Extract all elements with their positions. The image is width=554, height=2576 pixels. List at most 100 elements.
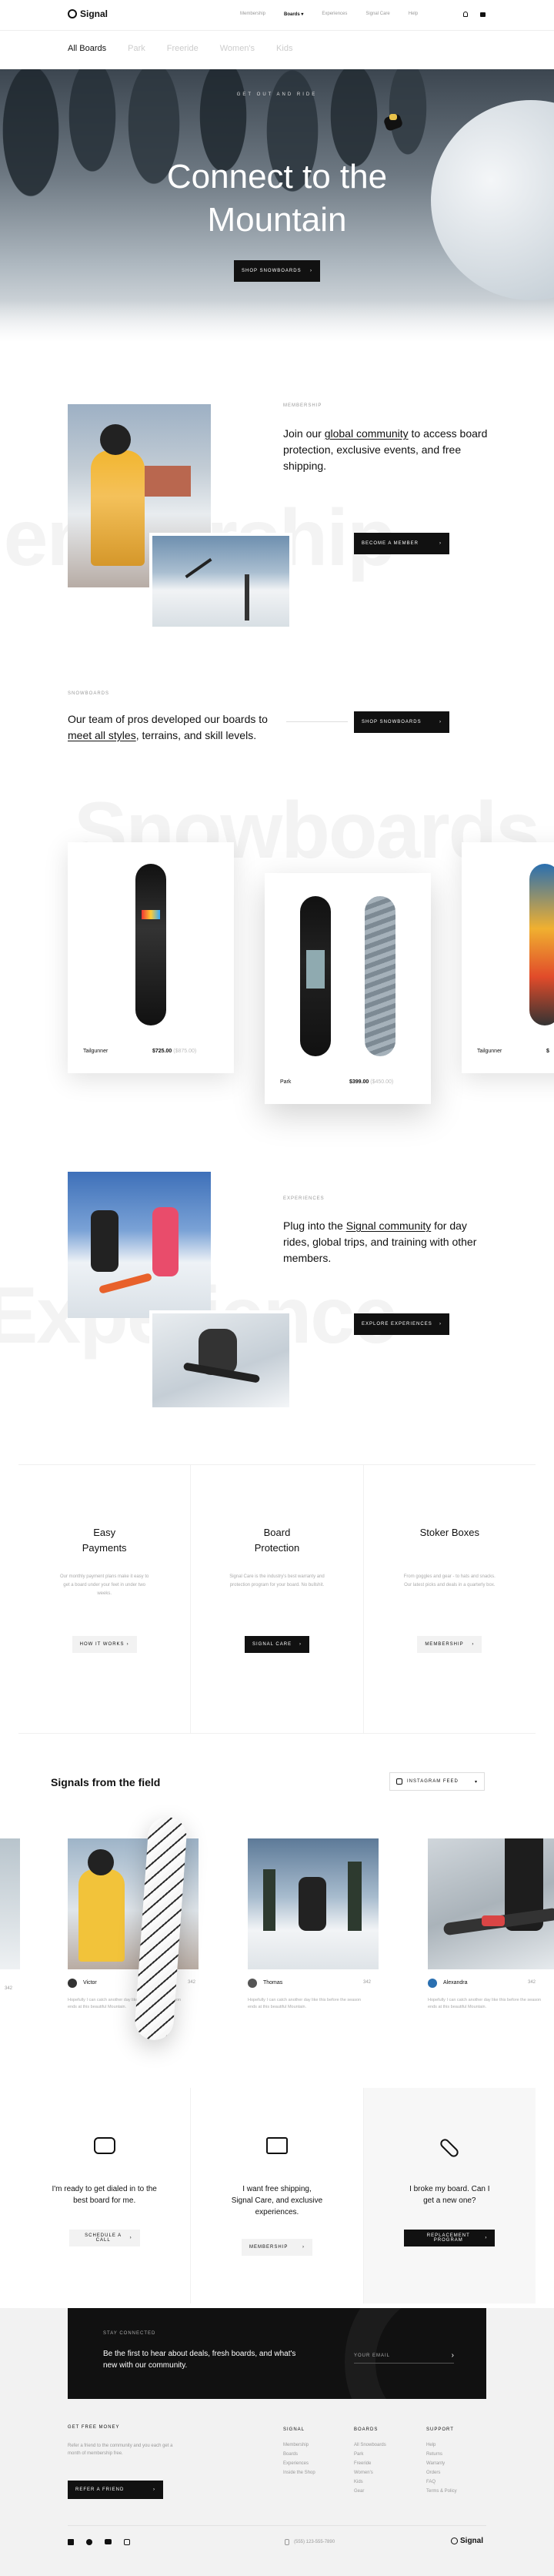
footer-link[interactable]: All Snowboards (354, 2441, 386, 2450)
membership-link[interactable]: global community (325, 427, 409, 440)
footer-link[interactable]: Orders (426, 2468, 457, 2477)
footer-link[interactable]: Warranty (426, 2459, 457, 2468)
field-title: Signals from the field (51, 1776, 161, 1788)
experiences-text: Plug into the Signal community for day r… (283, 1219, 477, 1264)
lift-tower (245, 574, 249, 621)
footer-link[interactable]: Experiences (283, 2459, 315, 2468)
rider-helmet (100, 424, 131, 455)
email-field[interactable]: YOUR EMAIL › (354, 2348, 454, 2364)
product-name: Tailgunner (477, 1049, 502, 1054)
product-card-1[interactable]: Tailgunner $725.00 ($875.00) (68, 842, 234, 1073)
footer-link[interactable]: Returns (426, 2450, 457, 2459)
signal-care-button[interactable]: SIGNAL CARE › (244, 1636, 309, 1653)
brand-name: Signal (80, 8, 108, 19)
membership-text: Join our global community to access boar… (283, 427, 488, 472)
divider-line (286, 721, 348, 722)
help-dialed-in: I'm ready to get dialed in to the best b… (18, 2088, 192, 2303)
product-card-2[interactable]: Park $399.00 ($450.00) (265, 873, 431, 1104)
hero-shop-button[interactable]: SHOP SNOWBOARDS › (234, 260, 320, 282)
footer-link[interactable]: FAQ (426, 2477, 457, 2487)
instagram-icon[interactable] (124, 2539, 130, 2545)
nav-link-help[interactable]: Help (409, 12, 418, 17)
experiences-eyebrow: EXPERIENCES (283, 1196, 325, 1201)
help-membership: I want free shipping, Signal Care, and e… (191, 2088, 364, 2303)
chat-icon (93, 2137, 115, 2154)
refer-friend-button[interactable]: REFER A FRIEND › (68, 2481, 163, 2499)
experience-photo-main (68, 1172, 211, 1318)
broken-board-icon (439, 2136, 461, 2159)
user-icon[interactable] (463, 12, 468, 17)
instagram-icon (396, 1778, 402, 1785)
arrow-right-icon: › (439, 1322, 442, 1326)
insta-post-edge-left[interactable] (0, 1838, 20, 1969)
footer-link[interactable]: Park (354, 2450, 386, 2459)
nav-link-experiences[interactable]: Experiences (322, 12, 347, 17)
membership-help-button[interactable]: MEMBERSHIP › (241, 2239, 312, 2256)
post-caption: Hopefully I can catch another day like t… (248, 1998, 362, 2009)
footer-logo[interactable]: Signal (451, 2537, 483, 2545)
page: Signal Membership Boards ▾ Experiences S… (0, 0, 554, 2576)
post-likes: 342 (363, 1980, 372, 1985)
footer-link[interactable]: Kids (354, 2477, 386, 2487)
sub-nav: All Boards Park Freeride Women's Kids (0, 31, 554, 69)
nav-link-signal-care[interactable]: Signal Care (365, 12, 389, 17)
product-card-3[interactable]: Tailgunner $ (462, 842, 554, 1073)
hero-title-line2: Mountain (207, 201, 347, 239)
hero-title: Connect to the Mountain (0, 156, 554, 242)
insta-post-3[interactable]: Alexandra 342 Hopefully I can catch anot… (428, 1838, 554, 2031)
footer-link[interactable]: Freeride (354, 2459, 386, 2468)
how-it-works-button[interactable]: HOW IT WORKS › (72, 1636, 137, 1653)
footer-phone[interactable]: (555) 123-555-7890 (285, 2539, 335, 2545)
arrow-right-icon[interactable]: › (452, 2351, 454, 2360)
footer-link[interactable]: Membership (283, 2441, 315, 2450)
footer-link[interactable]: Boards (283, 2450, 315, 2459)
avatar (428, 1979, 437, 1988)
feature-body: Signal Care is the industry's best warra… (229, 1574, 325, 1587)
feature-title: Board Protection (254, 1527, 300, 1554)
schedule-call-button[interactable]: SCHEDULE A CALL › (68, 2230, 140, 2246)
footer-col-boards: BOARDS All Snowboards Park Freeride Wome… (354, 2425, 386, 2496)
instagram-feed-select[interactable]: INSTAGRAM FEED ▾ (389, 1772, 485, 1791)
snowboards-eyebrow: SNOWBOARDS (68, 691, 110, 696)
post-user: Victor (83, 1980, 97, 1986)
feature-body: Our monthly payment plans make it easy t… (59, 1574, 149, 1596)
replacement-program-button[interactable]: REPLACEMENT PROGRAM › (404, 2230, 496, 2246)
footer-link[interactable]: Inside the Shop (283, 2468, 315, 2477)
become-member-button[interactable]: BECOME A MEMBER › (354, 533, 449, 554)
free-money-body: Refer a friend to the community and you … (68, 2444, 173, 2456)
insta-post-2[interactable]: Thomas 342 Hopefully I can catch another… (248, 1838, 379, 2031)
cart-icon[interactable] (480, 12, 486, 17)
experiences-link[interactable]: Signal community (346, 1219, 432, 1232)
feature-title: Stoker Boxes (419, 1527, 479, 1538)
subnav-freeride[interactable]: Freeride (167, 44, 199, 53)
facebook-icon[interactable] (68, 2539, 74, 2545)
explore-experiences-button[interactable]: EXPLORE EXPERIENCES › (354, 1313, 449, 1335)
nav-link-membership[interactable]: Membership (240, 12, 265, 17)
shop-snowboards-button[interactable]: SHOP SNOWBOARDS › (354, 711, 449, 733)
snowboard-image-black (300, 896, 331, 1056)
arrow-right-icon: › (129, 2236, 132, 2240)
avatar (248, 1979, 257, 1988)
footer-link[interactable]: Gear (354, 2487, 386, 2496)
brand-logo[interactable]: Signal (68, 8, 108, 19)
rider-dark (91, 1210, 118, 1272)
post-image (248, 1838, 379, 1969)
nav-link-boards[interactable]: Boards ▾ (284, 12, 303, 17)
twitter-icon[interactable] (86, 2539, 92, 2545)
subnav-womens[interactable]: Women's (220, 44, 255, 53)
help-row: I'm ready to get dialed in to the best b… (18, 2088, 536, 2303)
youtube-icon[interactable] (105, 2539, 112, 2544)
membership-button[interactable]: MEMBERSHIP › (417, 1636, 482, 1653)
footer-col-support: SUPPORT Help Returns Warranty Orders FAQ… (426, 2425, 457, 2496)
membership-photo-secondary (149, 533, 292, 630)
snowboards-link[interactable]: meet all styles (68, 729, 136, 741)
footer-link[interactable]: Women's (354, 2468, 386, 2477)
subnav-park[interactable]: Park (128, 44, 145, 53)
free-money-title: GET FREE MONEY (68, 2425, 120, 2430)
post-caption: Hopefully I can catch another day like t… (428, 1998, 542, 2009)
subnav-kids[interactable]: Kids (276, 44, 292, 53)
footer-link[interactable]: Terms & Policy (426, 2487, 457, 2496)
subnav-all-boards[interactable]: All Boards (68, 44, 106, 53)
snowboarder-jacket (389, 114, 397, 120)
footer-link[interactable]: Help (426, 2441, 457, 2450)
